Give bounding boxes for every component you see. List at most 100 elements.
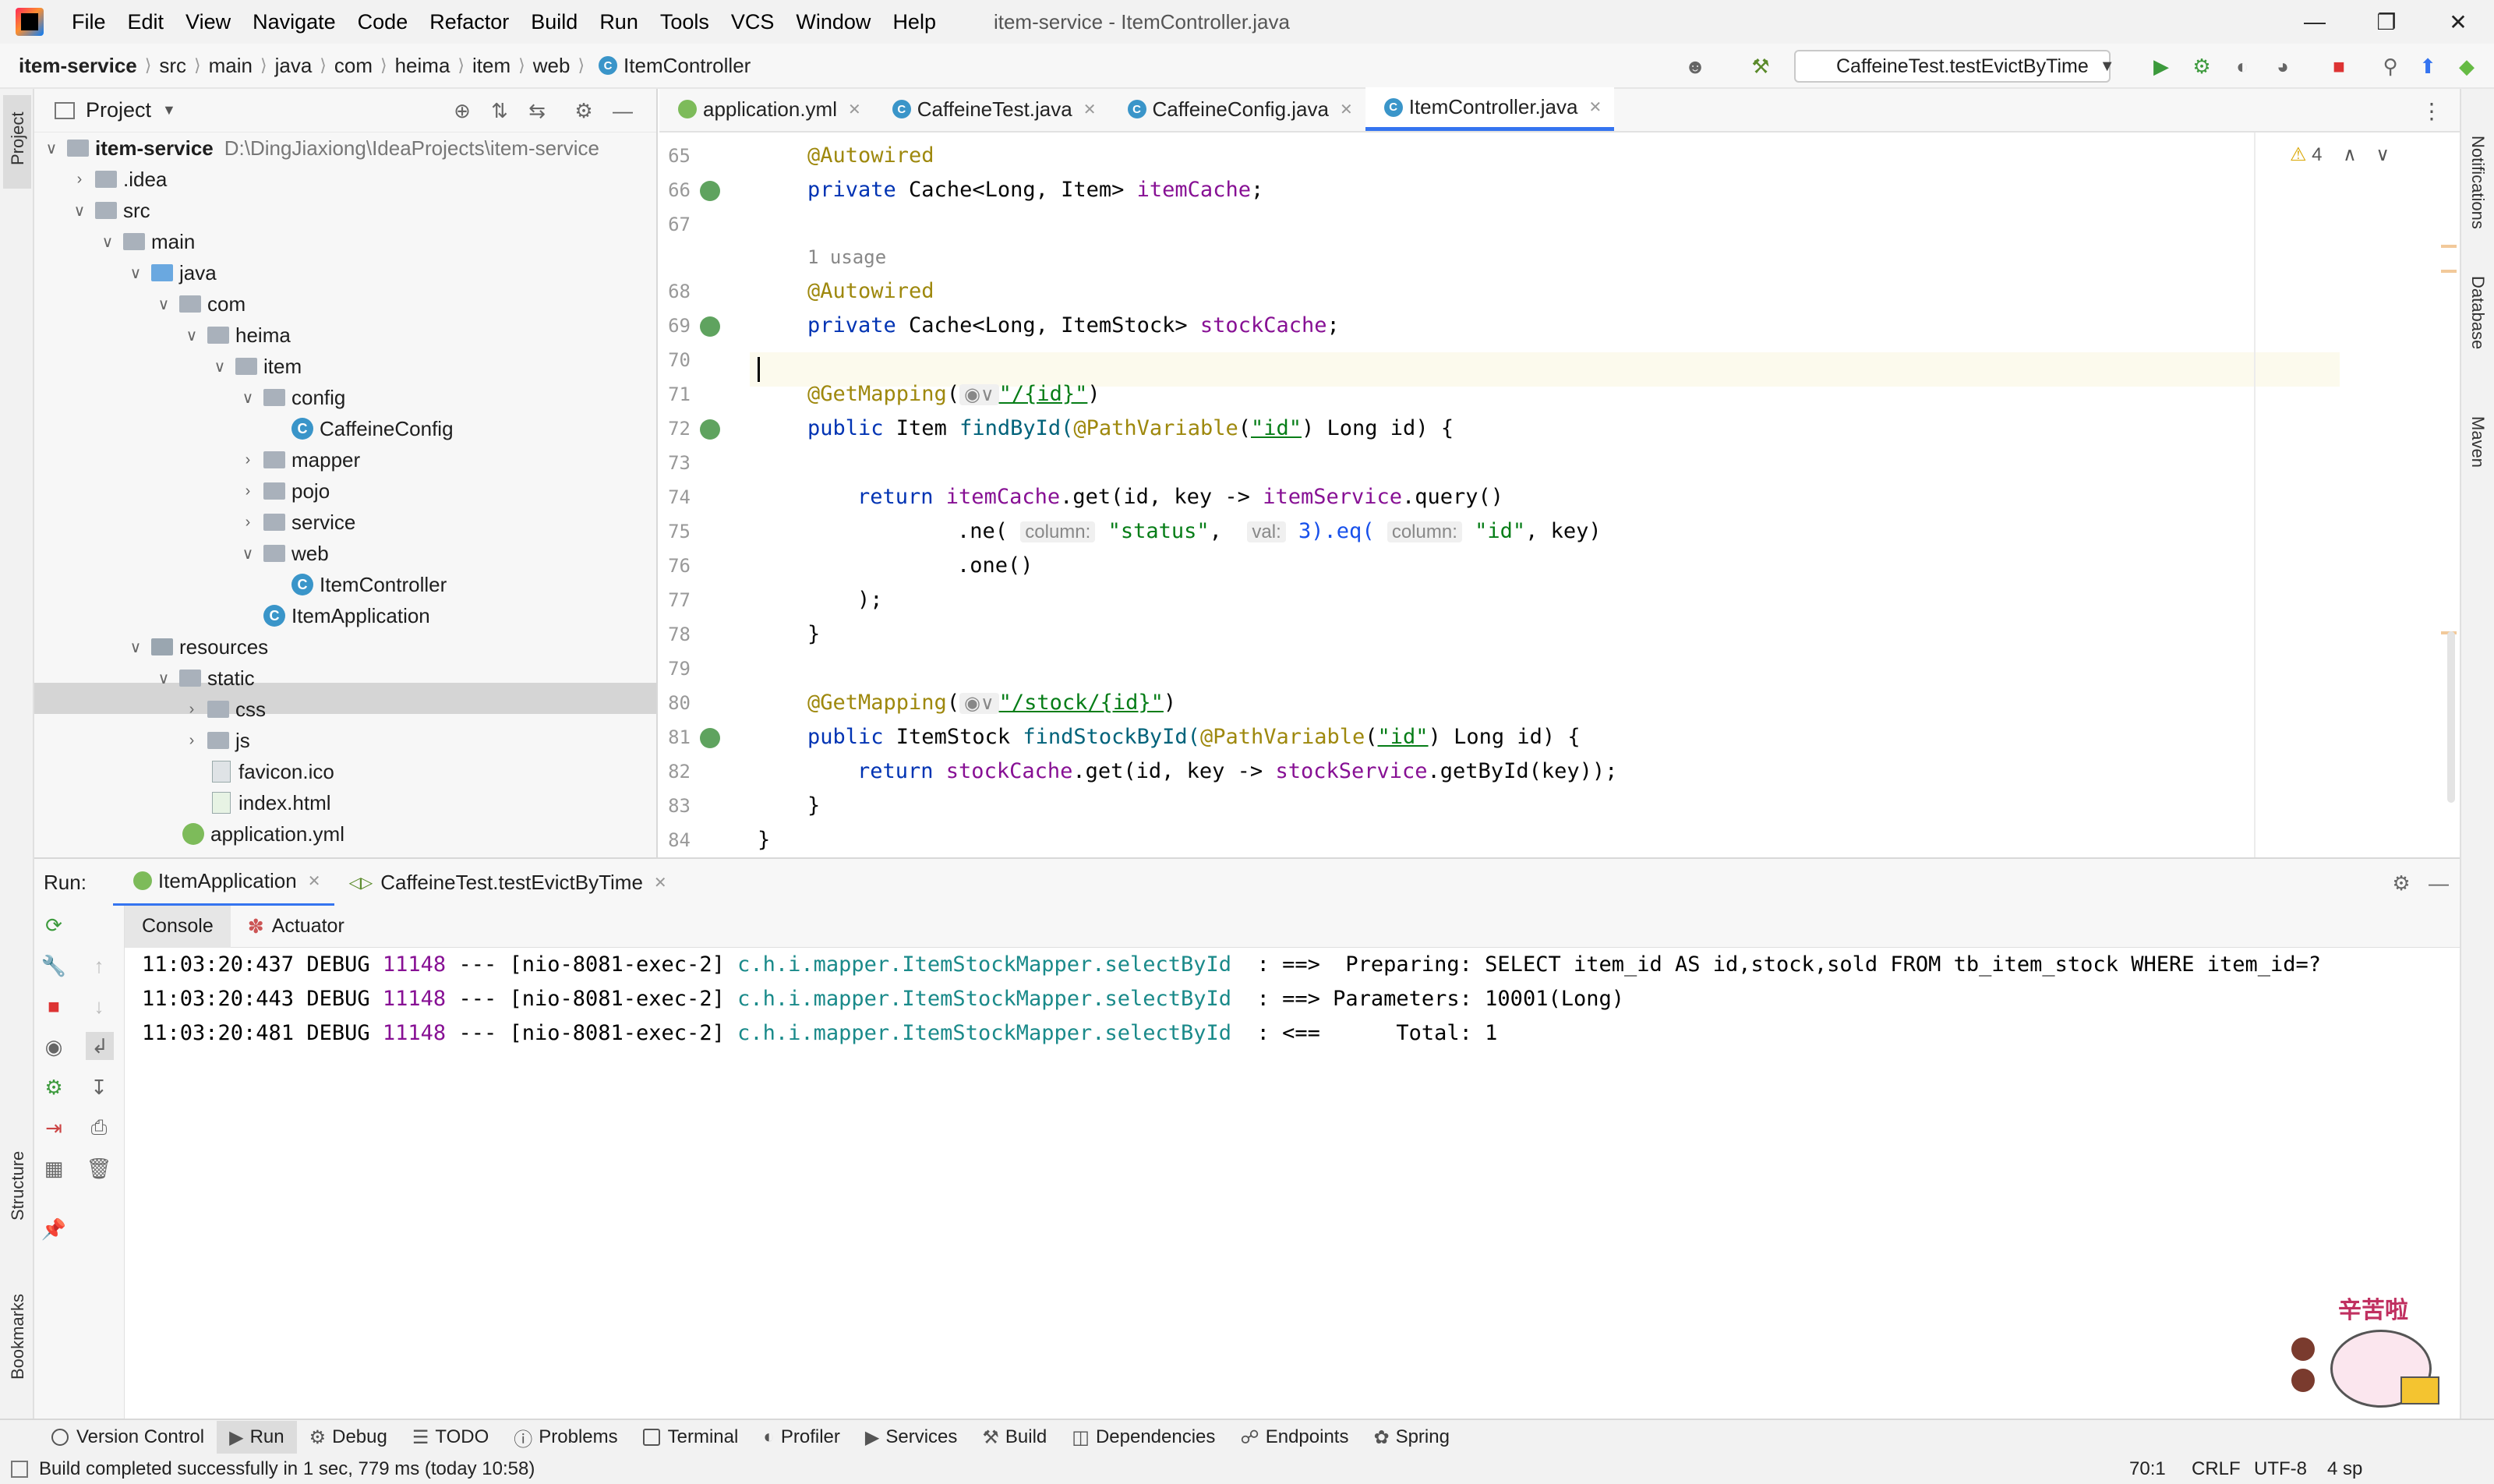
- run-tab-caffeinetest[interactable]: ◁▷ CaffeineTest.testEvictByTime ✕: [334, 858, 680, 906]
- tree-item-caffeineconfig[interactable]: C CaffeineConfig: [285, 413, 454, 444]
- breadcrumb-item[interactable]: com: [334, 54, 373, 78]
- breadcrumb-item[interactable]: web: [533, 54, 571, 78]
- exit-icon[interactable]: ⇥: [42, 1116, 65, 1140]
- error-stripe-mark[interactable]: [2441, 245, 2457, 248]
- project-panel-title[interactable]: Project: [86, 98, 151, 122]
- code-editor[interactable]: ⚠ 4 ∧ ∨ 65 66 67 68 69 70 71 72 73 74 75…: [659, 132, 2460, 857]
- gear-icon[interactable]: ⚙: [2390, 871, 2413, 895]
- run-icon[interactable]: ▶: [2150, 55, 2173, 78]
- autowired-bean-icon[interactable]: [700, 316, 720, 337]
- close-tab-icon[interactable]: ✕: [1340, 100, 1353, 119]
- menu-navigate[interactable]: Navigate: [242, 10, 347, 34]
- arrow-down-icon[interactable]: ↓: [87, 995, 111, 1018]
- tree-item-src[interactable]: ∨ src: [70, 195, 150, 226]
- stop-icon[interactable]: ■: [2327, 55, 2351, 78]
- build-hammer-icon[interactable]: ⚒: [1749, 55, 1772, 78]
- file-encoding[interactable]: UTF-8: [2254, 1458, 2307, 1480]
- menu-build[interactable]: Build: [520, 10, 588, 34]
- tool-services[interactable]: ▶ Services: [853, 1421, 970, 1454]
- database-stripe-label[interactable]: Database: [2468, 276, 2488, 349]
- tool-profiler[interactable]: ◐ Profiler: [751, 1421, 853, 1454]
- collapse-all-icon[interactable]: ⇆: [525, 99, 549, 122]
- line-separator[interactable]: CRLF: [2192, 1458, 2241, 1480]
- tool-build[interactable]: ⚒ Build: [970, 1421, 1059, 1454]
- soft-wrap-icon[interactable]: ↲: [86, 1032, 114, 1060]
- tree-item-service[interactable]: › service: [238, 507, 356, 538]
- close-tab-icon[interactable]: ✕: [1083, 100, 1097, 119]
- scroll-to-end-icon[interactable]: ↧: [87, 1076, 111, 1099]
- camera-icon[interactable]: ◉: [42, 1035, 65, 1058]
- tab-console[interactable]: Console: [125, 905, 231, 948]
- menu-tools[interactable]: Tools: [649, 10, 720, 34]
- locate-icon[interactable]: ⊕: [450, 99, 474, 122]
- update-icon[interactable]: ⬆: [2416, 55, 2439, 78]
- tree-item-com[interactable]: ∨ com: [154, 288, 246, 320]
- notifications-stripe-label[interactable]: Notifications: [2468, 136, 2488, 229]
- tree-item-web[interactable]: ∨ web: [238, 538, 329, 569]
- hide-panel-icon[interactable]: —: [2427, 871, 2450, 895]
- tree-item-application-yml[interactable]: application.yml: [176, 818, 344, 850]
- hide-panel-icon[interactable]: —: [611, 99, 634, 122]
- tree-item-root[interactable]: ∨ item-service D:\DingJiaxiong\IdeaProje…: [42, 132, 599, 164]
- trash-icon[interactable]: 🗑: [87, 1157, 112, 1180]
- endpoint-icon[interactable]: [700, 728, 720, 748]
- tree-item-main[interactable]: ∨ main: [98, 226, 196, 257]
- profile-icon[interactable]: ◕: [2271, 55, 2294, 78]
- menu-window[interactable]: Window: [785, 10, 881, 34]
- close-tab-icon[interactable]: ✕: [848, 100, 861, 119]
- tree-item-resources[interactable]: ∨ resources: [126, 631, 268, 662]
- close-tab-icon[interactable]: ✕: [654, 873, 667, 892]
- menu-code[interactable]: Code: [347, 10, 419, 34]
- debug-bug-icon[interactable]: ⚙: [42, 1076, 65, 1099]
- structure-stripe-label[interactable]: Structure: [8, 1151, 28, 1221]
- tree-item-mapper[interactable]: › mapper: [238, 444, 361, 475]
- globe-icon[interactable]: ◉∨: [959, 384, 999, 405]
- endpoint-icon[interactable]: [700, 419, 720, 440]
- tree-item-favicon[interactable]: favicon.ico: [204, 756, 334, 787]
- user-icon[interactable]: ☻: [1683, 55, 1707, 78]
- close-icon[interactable]: ✕: [2421, 0, 2494, 44]
- tree-item-config[interactable]: ∨ config: [238, 382, 346, 413]
- tree-item-js[interactable]: › js: [182, 725, 250, 756]
- status-toggle-icon[interactable]: [11, 1461, 28, 1478]
- print-icon[interactable]: ⎙: [87, 1115, 111, 1140]
- tree-item-pojo[interactable]: › pojo: [238, 475, 330, 507]
- breadcrumb-item[interactable]: java: [275, 54, 313, 78]
- tree-item-css[interactable]: › css: [182, 694, 266, 725]
- menu-refactor[interactable]: Refactor: [419, 10, 520, 34]
- tree-item-itemapplication[interactable]: C ItemApplication: [257, 600, 430, 631]
- menu-file[interactable]: File: [61, 10, 117, 34]
- intellij-logo-icon[interactable]: [16, 8, 44, 36]
- debug-icon[interactable]: ⚙: [2190, 55, 2213, 78]
- breadcrumb-item[interactable]: item-service: [19, 54, 137, 78]
- inspection-widget[interactable]: ⚠ 4 ∧ ∨: [2290, 143, 2390, 166]
- expand-all-icon[interactable]: ⇅: [488, 99, 511, 122]
- tab-itemcontroller[interactable]: C ItemController.java ✕: [1365, 87, 1615, 131]
- pin-icon[interactable]: 📌: [41, 1217, 66, 1241]
- arrow-up-icon[interactable]: ↑: [87, 954, 111, 977]
- rerun-icon[interactable]: ⟳: [42, 913, 65, 937]
- tree-item-index-html[interactable]: index.html: [204, 787, 331, 818]
- tree-item-static[interactable]: ∨ static: [154, 662, 255, 694]
- editor-scrollbar[interactable]: [2447, 631, 2455, 803]
- tool-run[interactable]: ▶ Run: [217, 1421, 297, 1454]
- tab-application-yml[interactable]: application.yml ✕: [659, 87, 874, 131]
- gear-icon[interactable]: ⚙: [572, 99, 595, 122]
- tool-terminal[interactable]: Terminal: [631, 1421, 751, 1454]
- close-tab-icon[interactable]: ✕: [308, 871, 321, 891]
- globe-icon[interactable]: ◉∨: [959, 693, 999, 714]
- restore-icon[interactable]: ❐: [2349, 0, 2424, 44]
- tab-actions-icon[interactable]: ⋮: [2421, 98, 2443, 124]
- tool-endpoints[interactable]: ☍ Endpoints: [1228, 1421, 1361, 1454]
- menu-help[interactable]: Help: [881, 10, 947, 34]
- tab-caffeineconfig[interactable]: C CaffeineConfig.java ✕: [1109, 87, 1365, 131]
- plugin-icon[interactable]: ◆: [2455, 55, 2478, 78]
- tool-problems[interactable]: ⓘ Problems: [501, 1421, 630, 1454]
- minimize-icon[interactable]: —: [2277, 0, 2352, 44]
- tool-version-control[interactable]: Version Control: [39, 1421, 217, 1454]
- search-icon[interactable]: ⚲: [2379, 55, 2402, 78]
- chevron-down-icon[interactable]: ▼: [162, 102, 176, 118]
- run-tab-itemapplication[interactable]: ItemApplication ✕: [112, 858, 335, 906]
- breadcrumb-item[interactable]: main: [209, 54, 253, 78]
- tab-actuator[interactable]: ✽ Actuator: [231, 906, 362, 948]
